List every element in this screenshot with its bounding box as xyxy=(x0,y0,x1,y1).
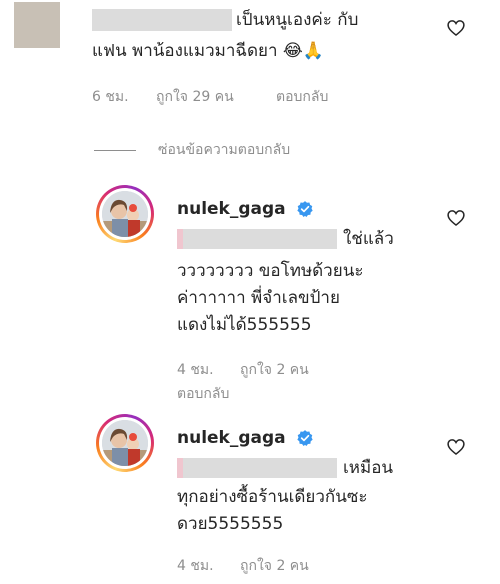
comment-text-line: แฟน พาน้องแมวมาฉีดยา 😂🙏 xyxy=(92,41,324,61)
divider xyxy=(94,150,136,151)
avatar[interactable] xyxy=(14,2,60,48)
comment-likes[interactable]: ถูกใจ 29 คน xyxy=(156,87,234,107)
reply-button[interactable]: ตอบกลับ xyxy=(276,87,328,107)
reply-text-line: ทุกอย่างซื้อร้านเดียวกันซะ xyxy=(177,487,368,507)
reply-text-line: ใช่แล้ว xyxy=(343,229,394,249)
redacted-username xyxy=(92,9,232,31)
reply-username[interactable]: nulek_gaga xyxy=(177,199,286,219)
reply-time: 4 ชม. xyxy=(177,362,214,378)
reply-text-line: ค่าาาาาา พี่จำเลขป้าย xyxy=(177,288,340,308)
redacted-mention xyxy=(177,458,337,478)
heart-outline-icon[interactable] xyxy=(446,208,466,228)
redacted-mention xyxy=(177,229,337,249)
hide-replies-button[interactable]: ซ่อนข้อความตอบกลับ xyxy=(158,140,290,160)
reply-text-line: วววววววว ขอโทษด้วยนะ xyxy=(177,261,364,281)
heart-outline-icon[interactable] xyxy=(446,437,466,457)
reply-time: 4 ชม. xyxy=(177,558,214,574)
reply-text-line: แดงไม่ได้555555 xyxy=(177,315,312,335)
heart-outline-icon[interactable] xyxy=(446,18,466,38)
reply-text-line: เหมือน xyxy=(343,458,394,478)
verified-badge-icon xyxy=(297,201,313,217)
avatar[interactable] xyxy=(96,414,154,472)
verified-badge-icon xyxy=(297,430,313,446)
reply-text-line: ดวย5555555 xyxy=(177,514,284,534)
reply-username[interactable]: nulek_gaga xyxy=(177,428,286,448)
comment-text-line: เป็นหนูเองค่ะ กับ xyxy=(236,10,359,30)
reply-likes[interactable]: ถูกใจ 2 คน xyxy=(240,556,309,576)
comment-time: 6 ชม. xyxy=(92,89,129,105)
reply-likes[interactable]: ถูกใจ 2 คน xyxy=(240,360,309,380)
reply-button[interactable]: ตอบกลับ xyxy=(177,384,229,404)
avatar[interactable] xyxy=(96,185,154,243)
